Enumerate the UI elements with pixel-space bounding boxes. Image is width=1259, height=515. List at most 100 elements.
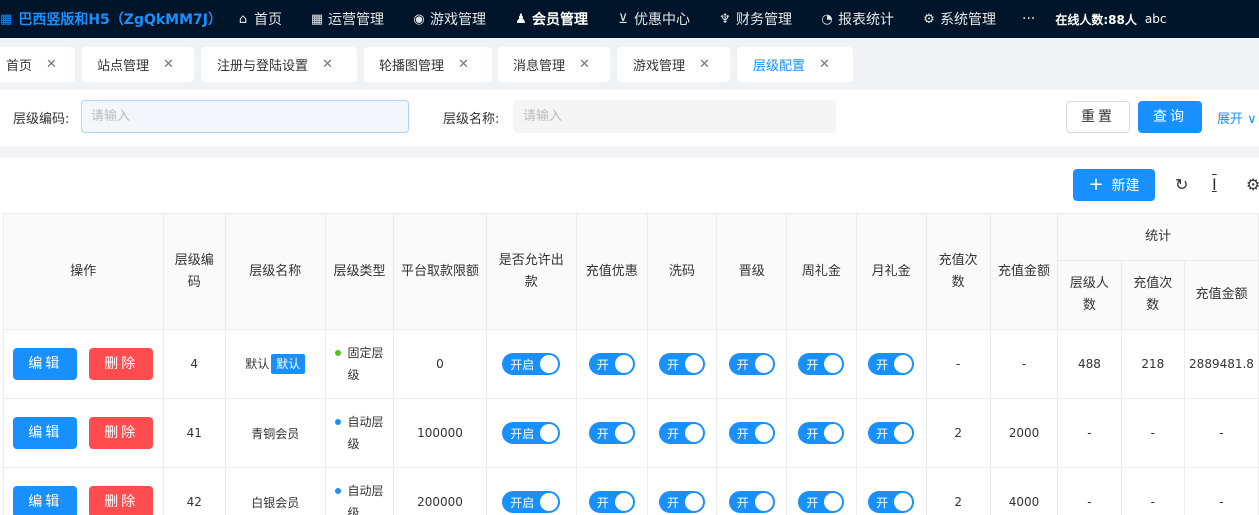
- nav-more-button[interactable]: ···: [1010, 11, 1047, 27]
- cart-icon: ⊻: [618, 11, 628, 27]
- nav-item-finance[interactable]: ♆ 财务管理: [704, 0, 806, 38]
- recharge-count: 2: [925, 398, 991, 468]
- reset-button[interactable]: 重置: [1066, 101, 1130, 133]
- weekly-gift-toggle[interactable]: 开: [798, 353, 845, 375]
- nav-item-games[interactable]: ◉ 游戏管理: [398, 0, 500, 38]
- monthly-gift-toggle[interactable]: 开: [868, 353, 915, 375]
- tabs-bar: 首页 ✕ 站点管理 ✕ 注册与登陆设置 ✕ 轮播图管理 ✕ 消息管理 ✕ 游戏管理 ✕ 层级…: [0, 40, 1259, 86]
- edit-button[interactable]: 编辑: [13, 417, 78, 449]
- tab-home[interactable]: 首页 ✕: [0, 47, 75, 82]
- nav-item-home[interactable]: ⌂ 首页: [222, 0, 296, 38]
- recharge-amount: 2000: [989, 398, 1059, 468]
- wash-toggle[interactable]: 开: [658, 422, 705, 444]
- stat-amount: -: [1184, 467, 1259, 515]
- withdraw-limit: 100000: [393, 398, 487, 468]
- col-header-recharge-promo: 充值优惠: [575, 213, 648, 330]
- col-header-limit: 平台取款限额: [393, 213, 487, 330]
- brand[interactable]: ▦ 巴西竖版和H5（ZgQkMM7J）: [0, 9, 222, 29]
- close-icon[interactable]: ✕: [458, 57, 469, 72]
- close-icon[interactable]: ✕: [46, 57, 57, 72]
- recharge-promo-toggle[interactable]: 开: [588, 353, 635, 375]
- allow-withdraw-toggle[interactable]: 开启: [502, 491, 561, 513]
- tab-site-management[interactable]: 站点管理 ✕: [82, 47, 194, 82]
- close-icon[interactable]: ✕: [819, 57, 830, 72]
- pie-chart-icon: ◔: [821, 11, 833, 27]
- recharge-amount: -: [989, 329, 1059, 399]
- tab-level-config[interactable]: 层级配置 ✕: [737, 47, 853, 82]
- col-header-stats: 统计: [1057, 213, 1259, 261]
- close-icon[interactable]: ✕: [322, 57, 333, 72]
- level-code-input[interactable]: 请输入: [81, 100, 409, 133]
- level-type-cell: 自动层级: [324, 398, 395, 468]
- nav-item-members[interactable]: ♟ 会员管理: [500, 0, 602, 38]
- promote-toggle[interactable]: 开: [728, 422, 775, 444]
- col-header-monthly: 月礼金: [855, 213, 927, 330]
- wash-toggle[interactable]: 开: [658, 353, 705, 375]
- edit-button[interactable]: 编辑: [13, 486, 78, 515]
- withdraw-limit: 0: [393, 329, 487, 399]
- edit-button[interactable]: 编辑: [13, 348, 78, 380]
- recharge-promo-toggle[interactable]: 开: [588, 422, 635, 444]
- refresh-icon[interactable]: ↻: [1175, 175, 1188, 194]
- close-icon[interactable]: ✕: [699, 57, 710, 72]
- weekly-gift-toggle[interactable]: 开: [798, 422, 845, 444]
- level-name-cell: 默认 默认: [224, 329, 326, 399]
- finance-icon: ♆: [719, 11, 731, 27]
- level-type: 固定层级: [347, 346, 384, 382]
- query-button[interactable]: 查询: [1138, 101, 1202, 133]
- op-cell: 编辑 删除: [3, 467, 164, 515]
- stat-count: 218: [1120, 329, 1186, 399]
- nav-item-reports[interactable]: ◔ 报表统计: [806, 0, 908, 38]
- nav-item-operations[interactable]: ▦ 运营管理: [296, 0, 398, 38]
- tab-carousel-management[interactable]: 轮播图管理 ✕: [364, 47, 492, 82]
- status-dot: [335, 419, 342, 425]
- stat-amount: -: [1184, 398, 1259, 468]
- level-name-input[interactable]: 请输入: [513, 100, 836, 133]
- plus-icon: +: [1088, 174, 1104, 195]
- allow-withdraw-toggle[interactable]: 开启: [502, 353, 561, 375]
- col-header-stat-members: 层级人数: [1057, 260, 1122, 330]
- expand-toggle[interactable]: 展开 ∨: [1217, 108, 1257, 127]
- density-icon[interactable]: Ι: [1212, 175, 1217, 194]
- promote-toggle[interactable]: 开: [728, 353, 775, 375]
- col-header-allow: 是否允许出款: [485, 213, 577, 330]
- nav-item-system[interactable]: ⚙ 系统管理: [908, 0, 1010, 38]
- nav-item-promotions[interactable]: ⊻ 优惠中心: [602, 0, 704, 38]
- settings-icon[interactable]: ⚙: [1246, 175, 1259, 194]
- col-header-recharge-count: 充值次数: [925, 213, 991, 330]
- close-icon[interactable]: ✕: [579, 57, 590, 72]
- level-name: 默认: [245, 357, 270, 371]
- new-button[interactable]: + 新建: [1073, 169, 1155, 201]
- default-tag: 默认: [271, 354, 306, 374]
- col-header-wash: 洗码: [646, 213, 718, 330]
- level-name-cell: 白银会员: [224, 467, 326, 515]
- col-header-weekly: 周礼金: [786, 213, 857, 330]
- monthly-gift-toggle[interactable]: 开: [868, 422, 915, 444]
- level-type-cell: 自动层级: [324, 467, 395, 515]
- stat-members: 488: [1057, 329, 1122, 399]
- delete-button[interactable]: 删除: [89, 348, 154, 380]
- level-name: 青铜会员: [251, 426, 300, 441]
- close-icon[interactable]: ✕: [163, 57, 174, 72]
- home-icon: ⌂: [238, 11, 248, 27]
- monthly-gift-toggle[interactable]: 开: [868, 491, 915, 513]
- online-count: 在线人数:88人: [1055, 12, 1137, 27]
- tab-message-management[interactable]: 消息管理 ✕: [498, 47, 610, 82]
- table-row: 编辑 删除 42 白银会员 自动层级 200000 开启 开 开 开 开 开 2 …: [3, 467, 1259, 515]
- wash-toggle[interactable]: 开: [658, 491, 705, 513]
- delete-button[interactable]: 删除: [89, 417, 154, 449]
- top-nav: ▦ 巴西竖版和H5（ZgQkMM7J） ⌂ 首页 ▦ 运营管理 ◉ 游戏管理 ♟ 会员管…: [0, 0, 1259, 38]
- gamepad-icon: ◉: [413, 11, 425, 27]
- delete-button[interactable]: 删除: [89, 486, 154, 515]
- promote-toggle[interactable]: 开: [728, 491, 775, 513]
- recharge-count: 2: [925, 467, 991, 515]
- tab-game-management[interactable]: 游戏管理 ✕: [617, 47, 730, 82]
- tab-register-login-settings[interactable]: 注册与登陆设置 ✕: [201, 47, 357, 82]
- logo-icon: ▦: [0, 11, 13, 27]
- gear-icon: ⚙: [923, 11, 935, 27]
- allow-withdraw-toggle[interactable]: 开启: [502, 422, 561, 444]
- users-icon: ♟: [515, 11, 527, 27]
- user-name[interactable]: abc: [1145, 12, 1167, 26]
- recharge-promo-toggle[interactable]: 开: [588, 491, 635, 513]
- weekly-gift-toggle[interactable]: 开: [798, 491, 845, 513]
